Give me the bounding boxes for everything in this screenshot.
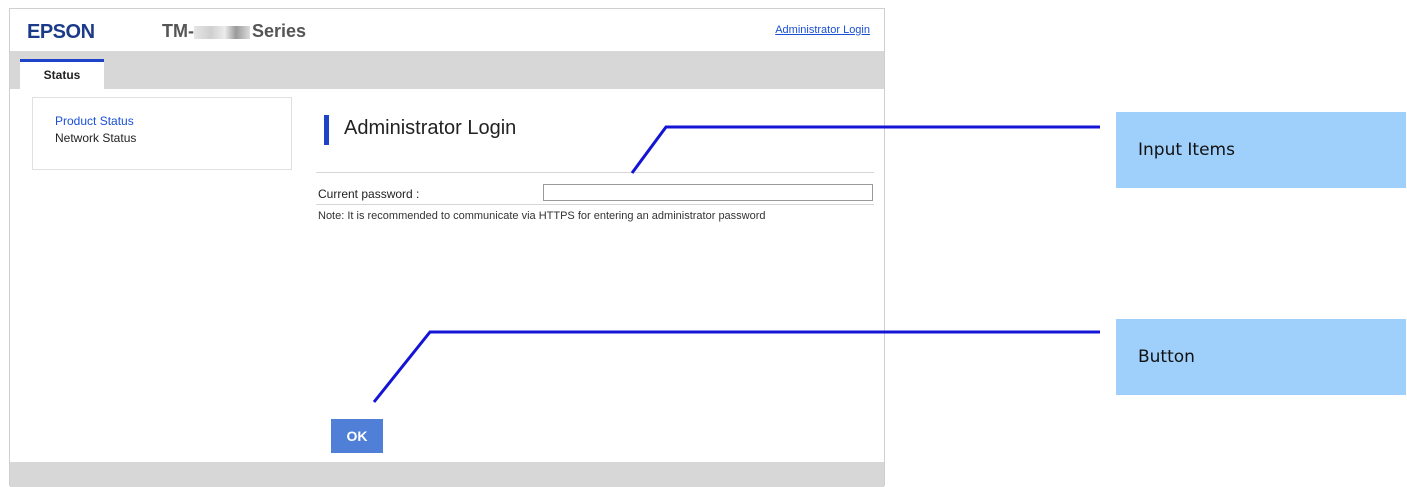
- input-items-callout: Input Items: [1116, 112, 1406, 188]
- callout-leader-lines: [372, 125, 1100, 403]
- button-leader-line: [372, 330, 1100, 403]
- button-callout: Button: [1116, 319, 1406, 395]
- input-items-leader-line: [630, 125, 1100, 174]
